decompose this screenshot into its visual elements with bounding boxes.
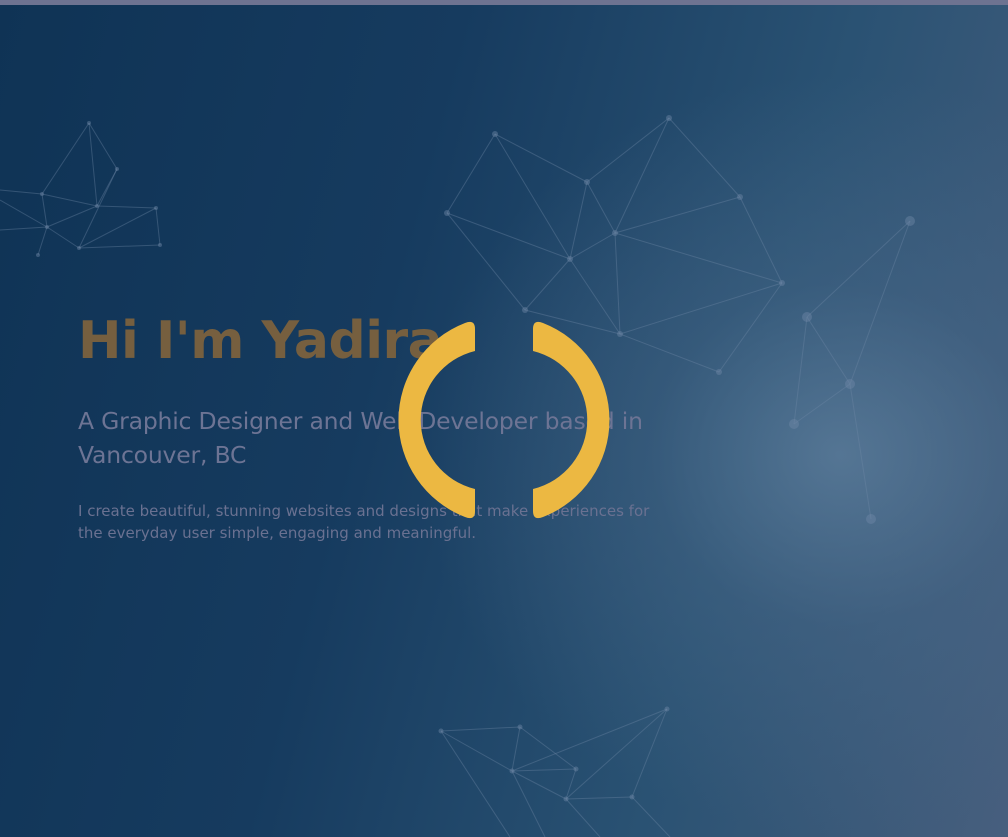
network-cluster-bottom bbox=[438, 706, 671, 837]
spinner-right-arc bbox=[533, 321, 610, 519]
network-cluster-right bbox=[789, 216, 915, 524]
network-cluster-left bbox=[0, 121, 162, 257]
loading-spinner-icon bbox=[391, 312, 617, 528]
loading-spinner-graphic bbox=[398, 321, 610, 519]
page: Hi I'm Yadira A Graphic Designer and Web… bbox=[0, 0, 1008, 837]
spinner-left-arc bbox=[398, 321, 475, 519]
